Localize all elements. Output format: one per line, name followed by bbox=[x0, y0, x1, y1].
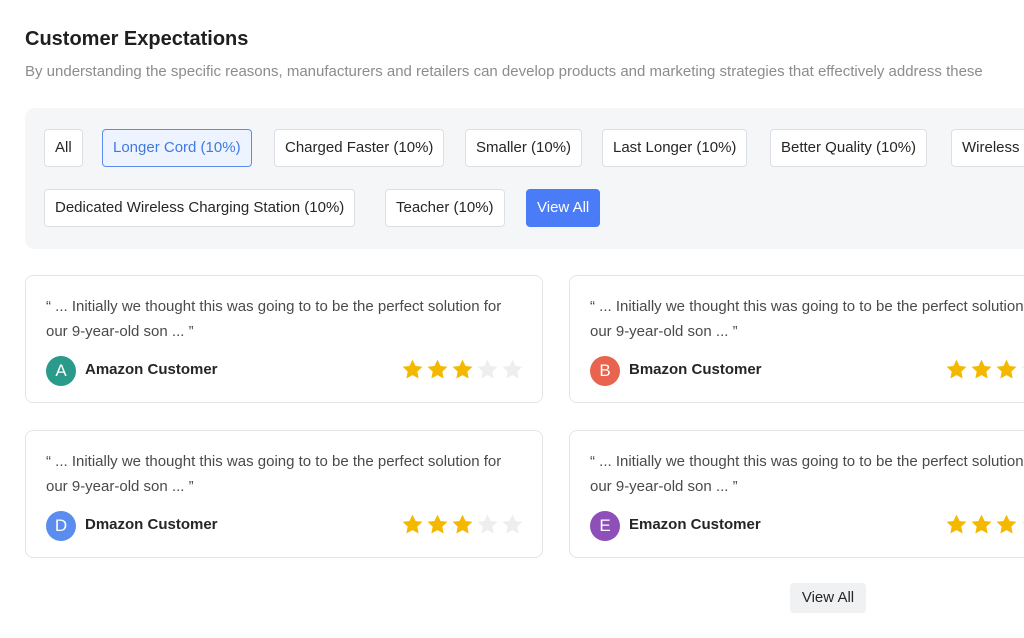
star-empty-icon bbox=[1020, 513, 1024, 535]
filter-panel: All Longer Cord (10%) Charged Faster (10… bbox=[25, 108, 1024, 249]
page-title: Customer Expectations bbox=[25, 28, 249, 50]
star-empty-icon bbox=[476, 513, 499, 535]
filter-view-all-button[interactable]: View All bbox=[526, 189, 601, 227]
star-filled-icon bbox=[426, 358, 449, 380]
star-filled-icon bbox=[970, 513, 993, 535]
filter-chip-charged-faster[interactable]: Charged Faster (10%) bbox=[274, 129, 445, 167]
review-quote: “ ... Initially we thought this was goin… bbox=[46, 453, 502, 495]
star-filled-icon bbox=[945, 358, 968, 380]
star-empty-icon bbox=[1020, 358, 1024, 380]
customer-name: Emazon Customer bbox=[629, 516, 761, 533]
avatar: E bbox=[590, 511, 620, 541]
star-empty-icon bbox=[501, 358, 524, 380]
filter-chip-wireless[interactable]: Wireless bbox=[951, 129, 1024, 167]
avatar: D bbox=[46, 511, 76, 541]
star-filled-icon bbox=[970, 358, 993, 380]
star-rating bbox=[945, 513, 1024, 535]
star-rating bbox=[401, 358, 524, 380]
filter-chip-last-longer[interactable]: Last Longer (10%) bbox=[602, 129, 748, 167]
star-filled-icon bbox=[995, 358, 1018, 380]
customer-name: Bmazon Customer bbox=[629, 361, 762, 378]
review-quote: “ ... Initially we thought this was goin… bbox=[46, 298, 502, 340]
star-filled-icon bbox=[995, 513, 1018, 535]
review-card: “ ... Initially we thought this was goin… bbox=[25, 430, 543, 558]
review-card: “ ... Initially we thought this was goin… bbox=[25, 275, 543, 403]
filter-chip-teacher[interactable]: Teacher (10%) bbox=[385, 189, 505, 227]
customer-name: Dmazon Customer bbox=[85, 516, 218, 533]
avatar: A bbox=[46, 356, 76, 386]
star-filled-icon bbox=[401, 513, 424, 535]
customer-expectations-page: Customer Expectations By understanding t… bbox=[0, 0, 1024, 638]
page-subtitle: By understanding the specific reasons, m… bbox=[25, 63, 983, 80]
star-empty-icon bbox=[476, 358, 499, 380]
review-quote: “ ... Initially we thought this was goin… bbox=[590, 298, 1024, 340]
review-card: “ ... Initially we thought this was goin… bbox=[569, 275, 1024, 403]
review-card: “ ... Initially we thought this was goin… bbox=[569, 430, 1024, 558]
review-quote: “ ... Initially we thought this was goin… bbox=[590, 453, 1024, 495]
star-filled-icon bbox=[451, 513, 474, 535]
view-all-reviews-button[interactable]: View All bbox=[790, 583, 866, 613]
filter-chip-longer-cord[interactable]: Longer Cord (10%) bbox=[102, 129, 252, 167]
avatar: B bbox=[590, 356, 620, 386]
filter-chip-smaller[interactable]: Smaller (10%) bbox=[465, 129, 583, 167]
filter-chip-all[interactable]: All bbox=[44, 129, 83, 167]
star-filled-icon bbox=[401, 358, 424, 380]
star-rating bbox=[401, 513, 524, 535]
star-empty-icon bbox=[501, 513, 524, 535]
star-filled-icon bbox=[426, 513, 449, 535]
star-filled-icon bbox=[451, 358, 474, 380]
filter-chip-dedicated-wireless-charging-station[interactable]: Dedicated Wireless Charging Station (10%… bbox=[44, 189, 356, 227]
star-rating bbox=[945, 358, 1024, 380]
star-filled-icon bbox=[945, 513, 968, 535]
filter-chip-better-quality[interactable]: Better Quality (10%) bbox=[770, 129, 928, 167]
customer-name: Amazon Customer bbox=[85, 361, 218, 378]
